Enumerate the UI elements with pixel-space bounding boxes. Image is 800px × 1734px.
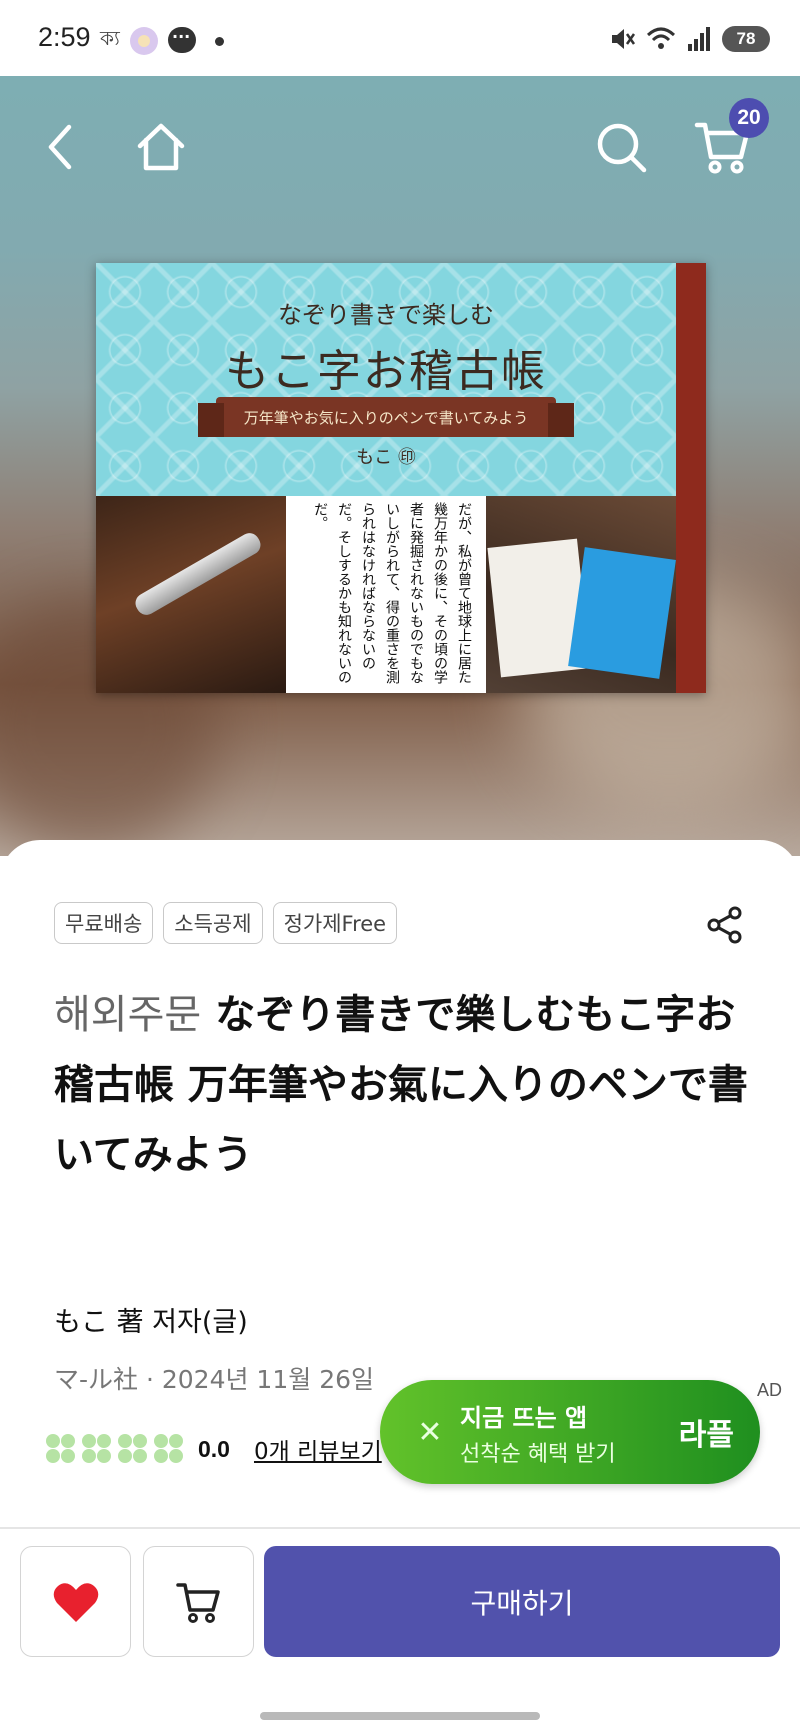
add-to-cart-button[interactable]	[143, 1546, 254, 1657]
wifi-icon	[646, 27, 676, 49]
more-notifications-dot-icon	[215, 37, 224, 46]
notification-avatar-icon	[130, 27, 158, 55]
clover-icon	[118, 1434, 148, 1464]
battery-indicator: 78	[722, 26, 770, 52]
product-author[interactable]: もこ 著 저자(글)	[54, 1300, 248, 1339]
status-bar: 2:59 ক্য 78	[0, 0, 800, 76]
chat-icon	[168, 27, 196, 53]
rating-row: 0.0 0개 리뷰보기	[46, 1432, 382, 1466]
cart-count-badge: 20	[729, 98, 769, 138]
top-nav	[0, 76, 800, 206]
heart-icon	[53, 1582, 98, 1622]
notification-text: ক্য	[100, 28, 120, 50]
ad-close-icon[interactable]: ✕	[410, 1412, 450, 1452]
ad-headline: 지금 뜨는 앱	[460, 1404, 588, 1432]
mute-icon	[612, 29, 636, 49]
review-link[interactable]: 0개 리뷰보기	[254, 1432, 382, 1466]
clover-icon	[154, 1434, 184, 1464]
cart-icon	[175, 1582, 220, 1623]
cover-title: もこ字お稽古帳	[225, 346, 547, 397]
home-indicator[interactable]	[260, 1712, 540, 1720]
status-right: 78	[608, 24, 770, 54]
ad-banner[interactable]: ✕ 지금 뜨는 앱 선착순 혜택 받기 라플	[380, 1380, 760, 1484]
cover-spine	[676, 263, 706, 693]
tag-fixed-price-free: 정가제Free	[272, 902, 398, 944]
rating-value: 0.0	[198, 1435, 230, 1462]
back-button[interactable]	[28, 114, 94, 180]
cover-author: もこ ㊞	[356, 447, 416, 468]
ad-label: AD	[757, 1380, 783, 1400]
tag-income-deduction: 소득공제	[163, 902, 263, 944]
tag-free-shipping: 무료배송	[54, 902, 154, 944]
signal-icon	[688, 27, 710, 51]
home-icon	[137, 123, 185, 171]
product-title: 해외주문 なぞり書きで樂しむもこ字お稽古帳 万年筆やお氣に入りのペンで書いてみよう	[54, 980, 754, 1190]
cover-subtitle: なぞり書きで楽しむ	[278, 301, 494, 329]
product-cover-image[interactable]: なぞり書きで楽しむ もこ字お稽古帳 万年筆やお気に入りのペンで書いてみよう もこ…	[96, 263, 706, 693]
search-button[interactable]	[588, 114, 654, 180]
back-icon	[48, 124, 72, 170]
title-prefix: 해외주문	[54, 992, 202, 1038]
buy-button[interactable]: 구매하기	[264, 1546, 780, 1657]
ad-subtext: 선착순 혜택 받기	[460, 1442, 616, 1467]
share-button[interactable]	[700, 900, 750, 950]
cover-ribbon: 万年筆やお気に入りのペンで書いてみよう	[198, 397, 574, 437]
ad-brand-logo: 라플	[678, 1418, 734, 1453]
wishlist-button[interactable]	[20, 1546, 131, 1657]
product-tags: 무료배송 소득공제 정가제Free	[54, 902, 398, 944]
share-icon	[707, 906, 742, 944]
cover-body-text: だが、私が曾て地球上に居た幾万年かの後に、その頃の学者に発掘されないものでもない…	[286, 496, 486, 693]
publisher-date: マ-ル社 · 2024년 11월 26일	[54, 1365, 375, 1394]
status-time: 2:59	[38, 22, 91, 52]
clover-icon	[82, 1434, 112, 1464]
cover-photo-left	[96, 496, 286, 693]
cover-notebook-illustration	[568, 547, 676, 679]
clover-icon	[46, 1434, 76, 1464]
search-icon	[597, 123, 647, 173]
home-button[interactable]	[128, 114, 194, 180]
